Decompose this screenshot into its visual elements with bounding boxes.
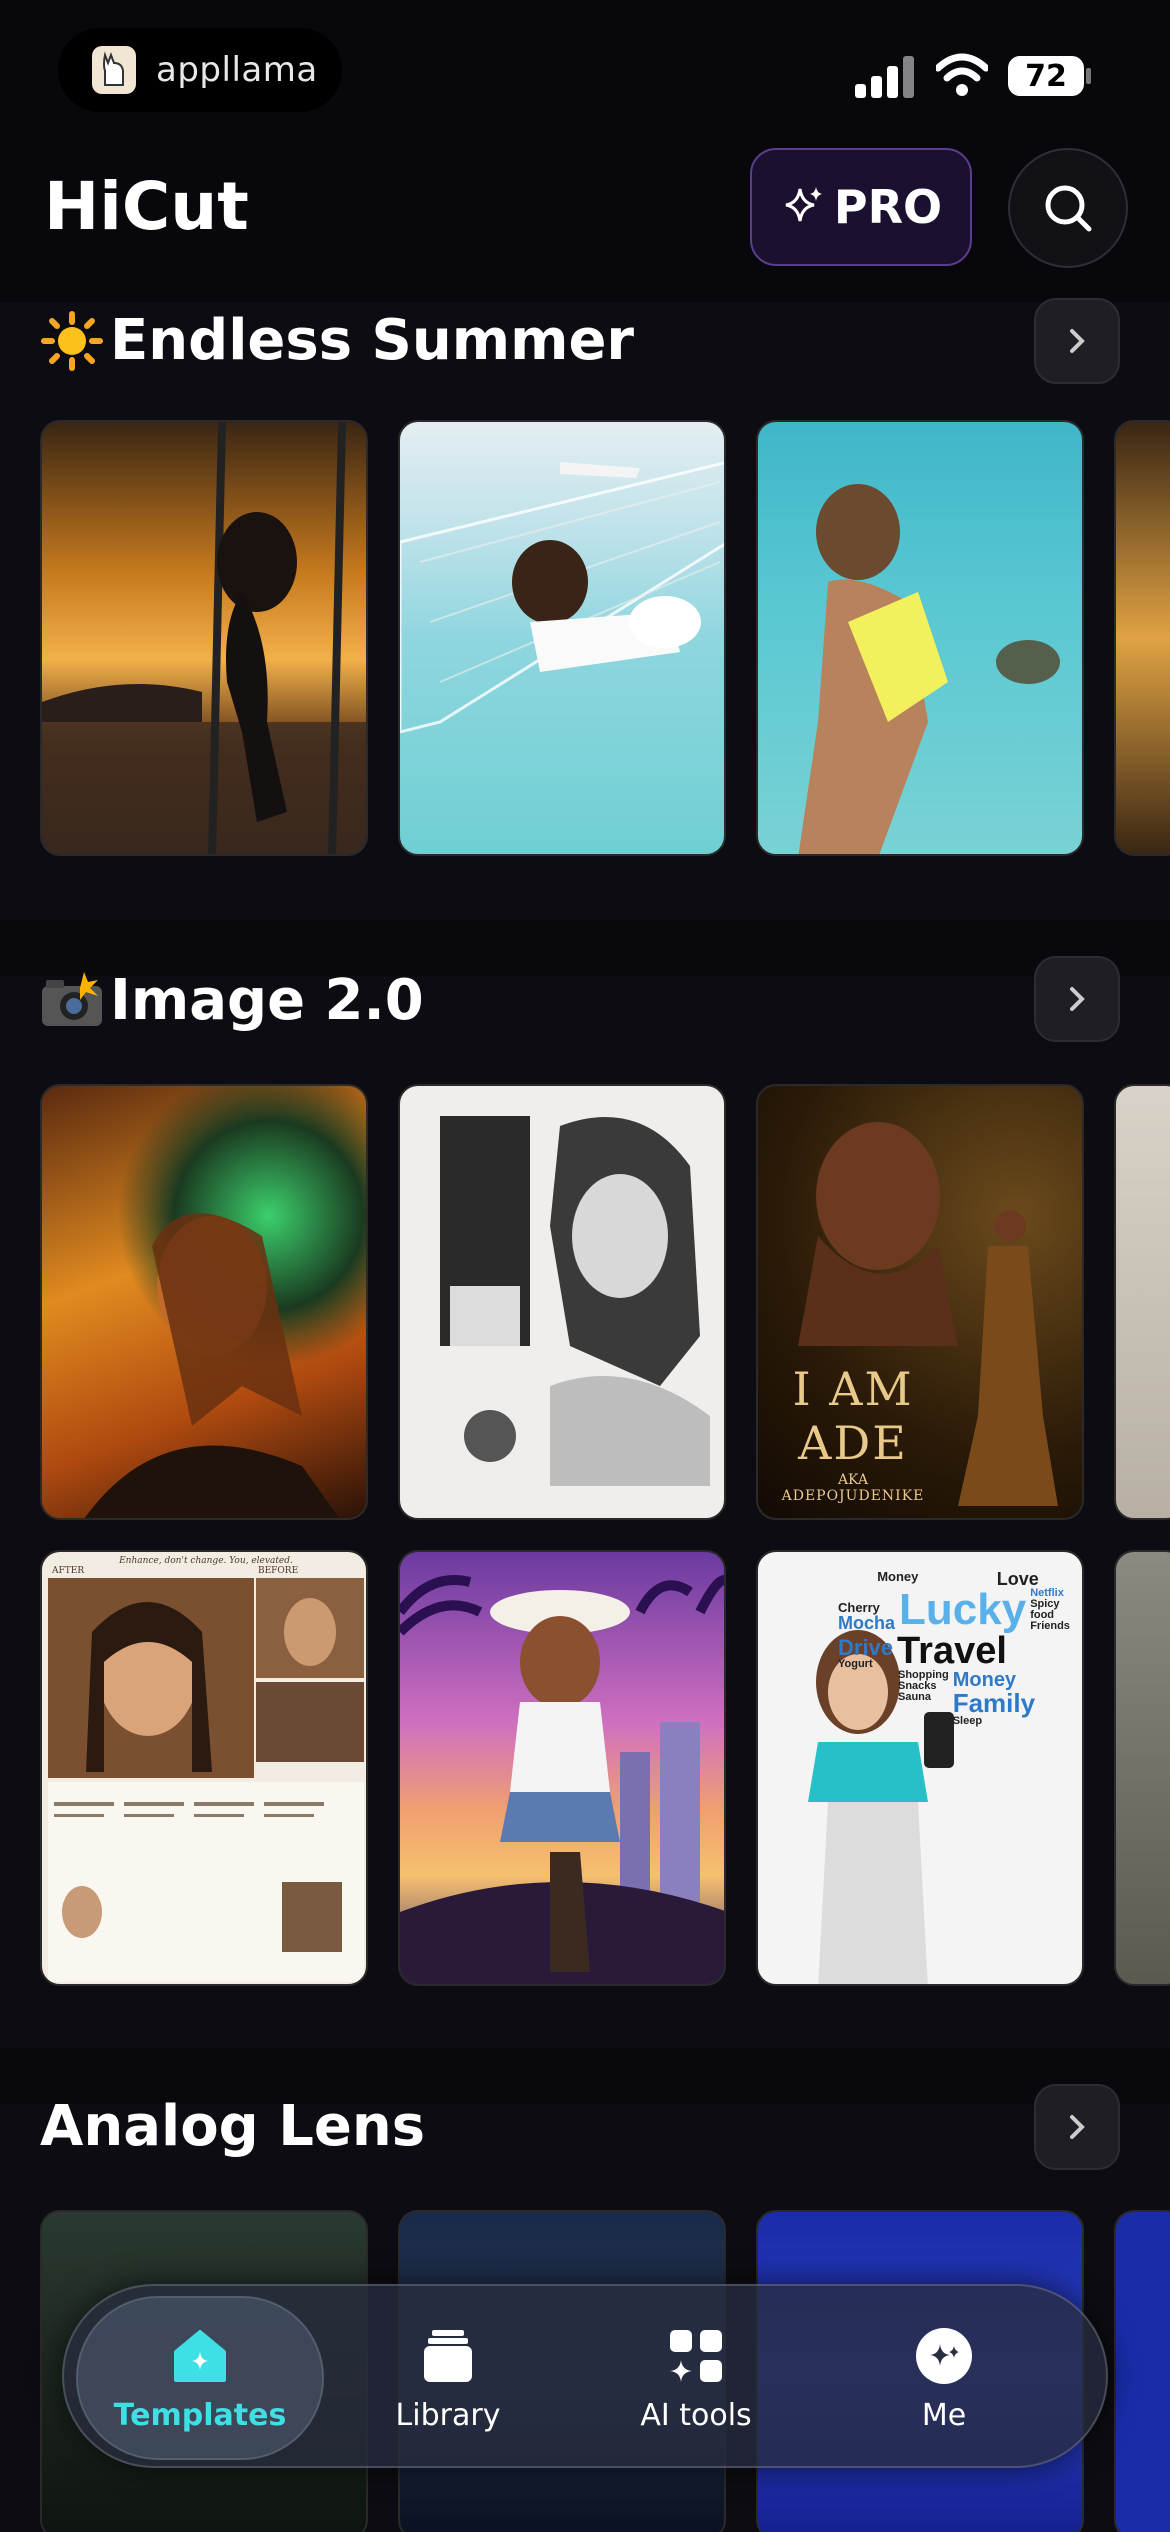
tab-library[interactable]: Library xyxy=(324,2296,572,2460)
section-title-text: Analog Lens xyxy=(40,2094,426,2159)
template-card[interactable] xyxy=(1114,420,1170,856)
section-endless-summer: Endless Summer xyxy=(0,298,1170,920)
sparkle-icon xyxy=(785,187,822,222)
section-title-text: Image 2.0 xyxy=(110,968,424,1033)
word: Family xyxy=(952,1688,1036,1718)
app-pill[interactable]: appllama xyxy=(58,28,342,112)
tab-label: Library xyxy=(395,2397,501,2433)
tab-label: Me xyxy=(921,2397,967,2433)
section-more-button[interactable] xyxy=(1034,956,1120,1042)
pro-button[interactable]: PRO xyxy=(750,148,972,266)
word: Sauna xyxy=(898,1691,932,1703)
section-title: Image 2.0 xyxy=(40,968,424,1033)
section-title: Analog Lens xyxy=(40,2094,425,2159)
cellular-signal-icon xyxy=(855,56,915,98)
template-card[interactable] xyxy=(40,1084,368,1520)
word: Friends xyxy=(1030,1620,1070,1632)
app-header: HiCut PRO xyxy=(0,140,1170,302)
skin-card-before: BEFORE xyxy=(258,1566,299,1576)
template-card[interactable] xyxy=(756,420,1084,856)
library-icon xyxy=(424,2329,472,2382)
llama-logo-icon xyxy=(92,46,136,94)
word: Mocha xyxy=(838,1613,896,1633)
wifi-icon xyxy=(934,52,990,98)
me-sparkle-avatar-icon xyxy=(916,2327,972,2384)
word: Lucky xyxy=(899,1585,1027,1634)
sun-emoji-icon xyxy=(40,310,108,372)
battery-tip xyxy=(1086,68,1091,84)
travel-word-cloud: Money Love Cherry Mocha Lucky Netflix Spicy… xyxy=(838,1570,1078,1727)
tab-label: AI tools xyxy=(640,2397,752,2433)
section-more-button[interactable] xyxy=(1034,298,1120,384)
section-more-button[interactable] xyxy=(1034,2084,1120,2170)
word: Drive xyxy=(838,1635,894,1660)
skin-card-header: Enhance, don't change. You, elevated. xyxy=(119,1556,293,1566)
search-button[interactable] xyxy=(1008,148,1128,268)
tab-templates[interactable]: Templates xyxy=(76,2296,324,2460)
ade-title: I AM ADE xyxy=(792,1362,914,1470)
skin-card-after: AFTER xyxy=(52,1566,85,1576)
pro-label: PRO xyxy=(833,180,943,234)
template-card[interactable] xyxy=(398,420,726,856)
template-card[interactable] xyxy=(1114,2210,1170,2532)
status-bar: appllama 72 xyxy=(0,0,1170,140)
tab-ai-tools[interactable]: AI tools xyxy=(572,2296,820,2460)
word: Money xyxy=(952,1669,1017,1691)
template-card[interactable]: I AM ADE AKA ADEPOJUDENIKE xyxy=(756,1084,1084,1520)
word: Yogurt xyxy=(838,1658,873,1670)
bottom-tab-bar: Templates Library AI tools Me xyxy=(62,2284,1108,2468)
templates-icon xyxy=(174,2329,226,2382)
search-icon xyxy=(1045,185,1092,232)
app-title: HiCut xyxy=(44,168,249,245)
battery-level: 72 xyxy=(1025,58,1067,94)
battery-indicator: 72 xyxy=(1008,56,1084,96)
section-image-2: Image 2.0 I AM ADE AKA ADEPOJUDENIKE Enh… xyxy=(0,956,1170,2048)
template-card[interactable] xyxy=(1114,1084,1170,1520)
word: Travel xyxy=(897,1630,1007,1672)
section-title: Endless Summer xyxy=(40,308,634,373)
template-card[interactable]: Money Love Cherry Mocha Lucky Netflix Spicy… xyxy=(756,1550,1084,1986)
template-card[interactable] xyxy=(1114,1550,1170,1986)
chevron-right-icon xyxy=(1070,2115,1085,2139)
template-card[interactable] xyxy=(40,420,368,856)
ai-tools-grid-icon xyxy=(670,2329,722,2382)
template-card[interactable] xyxy=(398,1084,726,1520)
app-pill-label: appllama xyxy=(156,50,318,90)
chevron-right-icon xyxy=(1070,329,1085,353)
section-title-text: Endless Summer xyxy=(110,308,635,373)
chevron-right-icon xyxy=(1070,987,1085,1011)
tab-label: Templates xyxy=(113,2397,287,2433)
word: Spicy food xyxy=(1030,1598,1060,1621)
word: Sleep xyxy=(952,1715,983,1727)
template-card[interactable] xyxy=(398,1550,726,1986)
ade-aka: AKA xyxy=(837,1472,869,1488)
template-card[interactable]: Enhance, don't change. You, elevated. AF… xyxy=(40,1550,368,1986)
tab-me[interactable]: Me xyxy=(820,2296,1068,2460)
ade-name: ADEPOJUDENIKE xyxy=(781,1488,925,1504)
camera-flash-emoji-icon xyxy=(40,970,108,1032)
